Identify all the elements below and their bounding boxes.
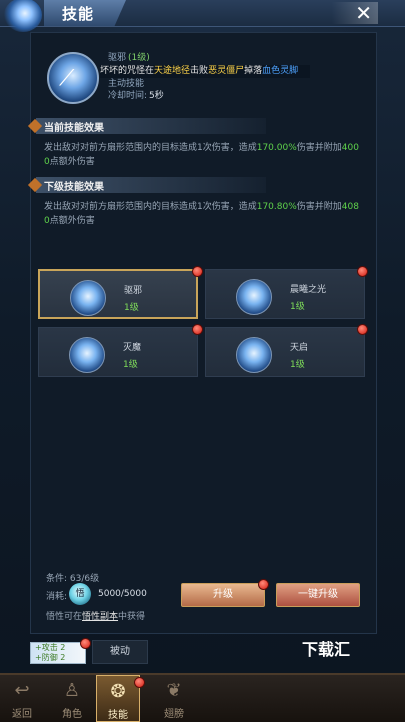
claw-skill-icon <box>70 280 106 316</box>
skill-level: 1级 <box>124 303 139 313</box>
back-icon: ↩ <box>14 680 30 701</box>
next-effect-description: 发出敌对对前方扇形范围内的目标造成1次伤害，造成170.80%伤害并附加408 0… <box>44 200 362 228</box>
insight-coin-icon: 悟 <box>69 583 91 605</box>
skill-card-miemo[interactable]: 灭魔 1级 <box>38 327 198 377</box>
selected-skill-name: 驱邪 <box>108 53 127 63</box>
selected-skill-icon: ⟋ <box>47 52 99 104</box>
nav-back[interactable]: ↩ 返回 <box>0 675 44 722</box>
passive-bonus-thumbnail[interactable]: +攻击 2 +防御 2 <box>30 642 86 664</box>
wings-icon: ❦ <box>166 680 182 701</box>
bottom-nav: ↩ 返回 ♙ 角色 ❂ 技能 ❦ 翅膀 <box>0 673 405 722</box>
ticker-text: 在 <box>145 66 155 76</box>
hint-text: 悟性可在 <box>46 612 83 622</box>
one-click-upgrade-button[interactable]: 一键升级 <box>276 583 360 607</box>
close-button[interactable]: ✕ <box>332 2 378 24</box>
comet-skill-icon <box>236 279 272 315</box>
ticker-monster: 恶灵僵尸 <box>208 66 245 76</box>
slash-skill-icon <box>69 337 105 373</box>
notification-dot <box>80 638 91 649</box>
effect-text: 伤害并附加 <box>296 202 342 212</box>
nav-label: 翅膀 <box>164 709 184 720</box>
skill-level: 1级 <box>290 360 305 370</box>
page-title: 技能 <box>62 5 95 23</box>
notification-dot <box>192 324 203 335</box>
nav-wings[interactable]: ❦ 翅膀 <box>152 675 196 722</box>
character-icon: ♙ <box>63 680 81 701</box>
broadcast-ticker: 坏坏的咒怪在天途地径击败恶灵僵尸掉落血色灵脚 <box>100 65 310 78</box>
ticker-item: 血色灵脚 <box>262 66 299 76</box>
skill-level: 1级 <box>290 302 305 312</box>
cost-label: 消耗: <box>46 592 68 602</box>
ticker-player: 坏坏的咒怪 <box>100 66 146 76</box>
effect-text: 点额外伤害 <box>49 157 95 167</box>
passive-skills-button[interactable]: 被动 <box>92 640 148 664</box>
ticker-text: 掉落 <box>244 66 263 76</box>
skill-name: 天启 <box>290 343 309 353</box>
nav-label: 返回 <box>12 709 32 720</box>
cost-value: 5000/5000 <box>98 589 147 599</box>
watermark: 下载汇 <box>302 640 351 659</box>
nav-label: 角色 <box>62 709 82 720</box>
bonus-line: +攻击 2 <box>35 643 66 652</box>
cooldown-value: 5秒 <box>149 91 164 101</box>
current-effect-title: 当前技能效果 <box>44 123 104 134</box>
current-effect-description: 发出敌对对前方扇形范围内的目标造成1次伤害，造成170.00%伤害并附加400 0… <box>44 141 362 169</box>
notification-dot <box>192 266 203 277</box>
effect-percent: 170.00% <box>256 143 297 153</box>
effect-text: 点额外伤害 <box>49 216 95 226</box>
hint-text: 中获得 <box>118 612 146 622</box>
effect-bonus: 408 <box>341 202 359 212</box>
skill-card-tianqi[interactable]: 天启 1级 <box>205 327 365 377</box>
effect-text: 发出敌对对前方扇形范围内的目标造成1次伤害，造成 <box>44 202 257 212</box>
skill-name: 驱邪 <box>124 286 143 296</box>
orb-skill-icon <box>236 337 272 373</box>
bonus-line: +防御 2 <box>35 653 66 662</box>
effect-percent: 170.80% <box>256 202 297 212</box>
nav-character[interactable]: ♙ 角色 <box>50 675 94 722</box>
skill-level: 1级 <box>123 360 138 370</box>
skill-icon: ❂ <box>110 681 126 702</box>
skill-name: 晨曦之光 <box>290 285 327 295</box>
effect-bonus: 400 <box>341 143 359 153</box>
skill-name: 灭魔 <box>123 343 142 353</box>
insight-hint: 悟性可在悟性副本中获得 <box>46 609 145 622</box>
skill-card-quxie[interactable]: 驱邪 1级 <box>38 269 198 319</box>
ticker-text: 击败 <box>190 66 209 76</box>
effect-text: 发出敌对对前方扇形范围内的目标造成1次伤害，造成 <box>44 143 257 153</box>
nav-label: 技能 <box>108 710 128 721</box>
effect-text: 伤害并附加 <box>296 143 342 153</box>
cooldown-label: 冷却时间: <box>108 91 148 101</box>
insight-dungeon-link[interactable]: 悟性副本 <box>82 612 118 622</box>
next-effect-title: 下级技能效果 <box>44 182 104 193</box>
title-bar: 技能 ✕ <box>0 0 405 32</box>
ticker-location: 天途地径 <box>154 66 191 76</box>
notification-dot <box>357 266 368 277</box>
selected-skill-level: (1级) <box>128 53 150 63</box>
notification-dot <box>258 579 269 590</box>
upgrade-condition: 条件: 63/6级 <box>46 574 100 584</box>
skill-card-chenxi[interactable]: 晨曦之光 1级 <box>205 269 365 319</box>
upgrade-button[interactable]: 升级 <box>181 583 265 607</box>
notification-dot <box>357 324 368 335</box>
notification-dot <box>134 677 145 688</box>
